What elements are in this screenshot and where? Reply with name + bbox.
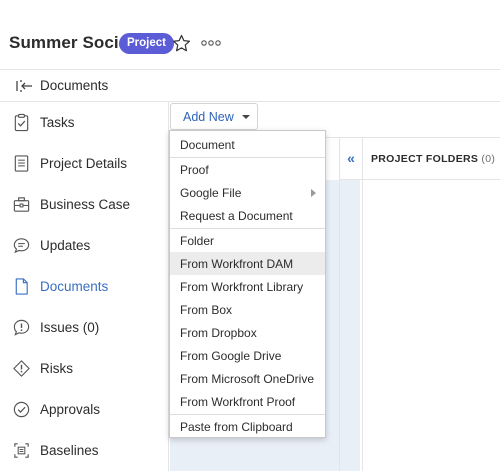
sidebar-item-baselines[interactable]: Baselines bbox=[0, 433, 168, 469]
menu-item-google-file[interactable]: Google File bbox=[170, 181, 325, 204]
collapse-folders-button[interactable]: « bbox=[340, 150, 362, 166]
menu-item-proof[interactable]: Proof bbox=[170, 158, 325, 181]
sidebar-item-documents[interactable]: Documents bbox=[0, 269, 168, 305]
sidebar: Tasks Project Details Business Case Upda… bbox=[0, 102, 169, 471]
issue-bubble-icon bbox=[12, 318, 31, 337]
menu-item-from-workfront-dam[interactable]: From Workfront DAM bbox=[170, 252, 325, 275]
sidebar-item-project-details[interactable]: Project Details bbox=[0, 146, 168, 182]
add-new-label: Add New bbox=[183, 110, 234, 124]
menu-item-label: Proof bbox=[180, 163, 209, 177]
breadcrumb-bar: Documents bbox=[0, 70, 500, 102]
menu-item-from-google-drive[interactable]: From Google Drive bbox=[170, 344, 325, 367]
tasks-clipboard-icon bbox=[12, 113, 31, 132]
add-new-button[interactable]: Add New bbox=[170, 103, 258, 130]
project-title: Summer Social bbox=[9, 33, 134, 52]
sidebar-item-label: Risks bbox=[40, 361, 73, 376]
sidebar-item-risks[interactable]: Risks bbox=[0, 351, 168, 387]
page-header: Summer Social Project bbox=[0, 0, 500, 70]
sidebar-item-tasks[interactable]: Tasks bbox=[0, 105, 168, 141]
sidebar-item-business-case[interactable]: Business Case bbox=[0, 187, 168, 223]
menu-item-request-document[interactable]: Request a Document bbox=[170, 204, 325, 227]
menu-item-from-onedrive[interactable]: From Microsoft OneDrive bbox=[170, 367, 325, 390]
menu-item-label: Folder bbox=[180, 234, 215, 248]
chat-bubble-icon bbox=[12, 236, 31, 255]
more-options-icon[interactable] bbox=[201, 37, 221, 49]
approval-check-icon bbox=[12, 400, 31, 419]
breadcrumb-label: Documents bbox=[40, 78, 109, 93]
sidebar-item-label: Issues (0) bbox=[40, 320, 100, 335]
document-lines-icon bbox=[12, 154, 31, 173]
add-new-menu: Document Proof Google File Request a Doc… bbox=[169, 130, 326, 438]
panel-divider bbox=[339, 138, 340, 471]
sidebar-item-label: Tasks bbox=[40, 115, 75, 130]
collapse-folders-column: « bbox=[340, 138, 362, 180]
menu-item-from-box[interactable]: From Box bbox=[170, 298, 325, 321]
project-badge: Project bbox=[119, 33, 174, 54]
briefcase-icon bbox=[12, 195, 31, 214]
star-icon[interactable] bbox=[171, 33, 192, 54]
menu-item-from-workfront-proof[interactable]: From Workfront Proof bbox=[170, 390, 325, 413]
menu-item-label: Request a Document bbox=[180, 209, 293, 223]
sidebar-item-label: Business Case bbox=[40, 197, 131, 212]
sidebar-item-label: Documents bbox=[40, 279, 109, 294]
project-folders-title: PROJECT FOLDERS (0) bbox=[371, 153, 495, 165]
sidebar-item-label: Baselines bbox=[40, 443, 99, 458]
project-folders-header: PROJECT FOLDERS (0) bbox=[363, 138, 500, 180]
collapse-sidebar-icon[interactable] bbox=[15, 78, 33, 94]
menu-item-label: From Dropbox bbox=[180, 326, 257, 340]
sidebar-item-updates[interactable]: Updates bbox=[0, 228, 168, 264]
risk-diamond-icon bbox=[12, 359, 31, 378]
chevron-right-icon bbox=[311, 189, 316, 197]
menu-item-label: From Workfront Proof bbox=[180, 395, 296, 409]
menu-item-label: Paste from Clipboard bbox=[180, 420, 293, 434]
project-folders-count: (0) bbox=[481, 153, 496, 165]
sidebar-item-label: Updates bbox=[40, 238, 91, 253]
baseline-icon bbox=[12, 441, 31, 460]
sidebar-item-label: Project Details bbox=[40, 156, 128, 171]
menu-item-label: Document bbox=[180, 138, 235, 152]
menu-item-from-workfront-library[interactable]: From Workfront Library bbox=[170, 275, 325, 298]
menu-item-label: Google File bbox=[180, 186, 242, 200]
menu-item-label: From Microsoft OneDrive bbox=[180, 372, 315, 386]
menu-item-from-dropbox[interactable]: From Dropbox bbox=[170, 321, 325, 344]
sidebar-item-label: Approvals bbox=[40, 402, 101, 417]
menu-item-paste-clipboard[interactable]: Paste from Clipboard bbox=[170, 415, 325, 438]
file-icon bbox=[12, 277, 31, 296]
menu-item-label: From Box bbox=[180, 303, 233, 317]
sidebar-item-approvals[interactable]: Approvals bbox=[0, 392, 168, 428]
menu-item-label: From Workfront Library bbox=[180, 280, 304, 294]
menu-item-label: From Google Drive bbox=[180, 349, 282, 363]
menu-item-label: From Workfront DAM bbox=[180, 257, 294, 271]
menu-item-folder[interactable]: Folder bbox=[170, 229, 325, 252]
chevron-down-icon bbox=[242, 115, 250, 119]
sidebar-item-issues[interactable]: Issues (0) bbox=[0, 310, 168, 346]
project-folders-label: PROJECT FOLDERS bbox=[371, 153, 479, 165]
panel-divider bbox=[362, 138, 363, 471]
menu-item-document[interactable]: Document bbox=[170, 133, 325, 156]
